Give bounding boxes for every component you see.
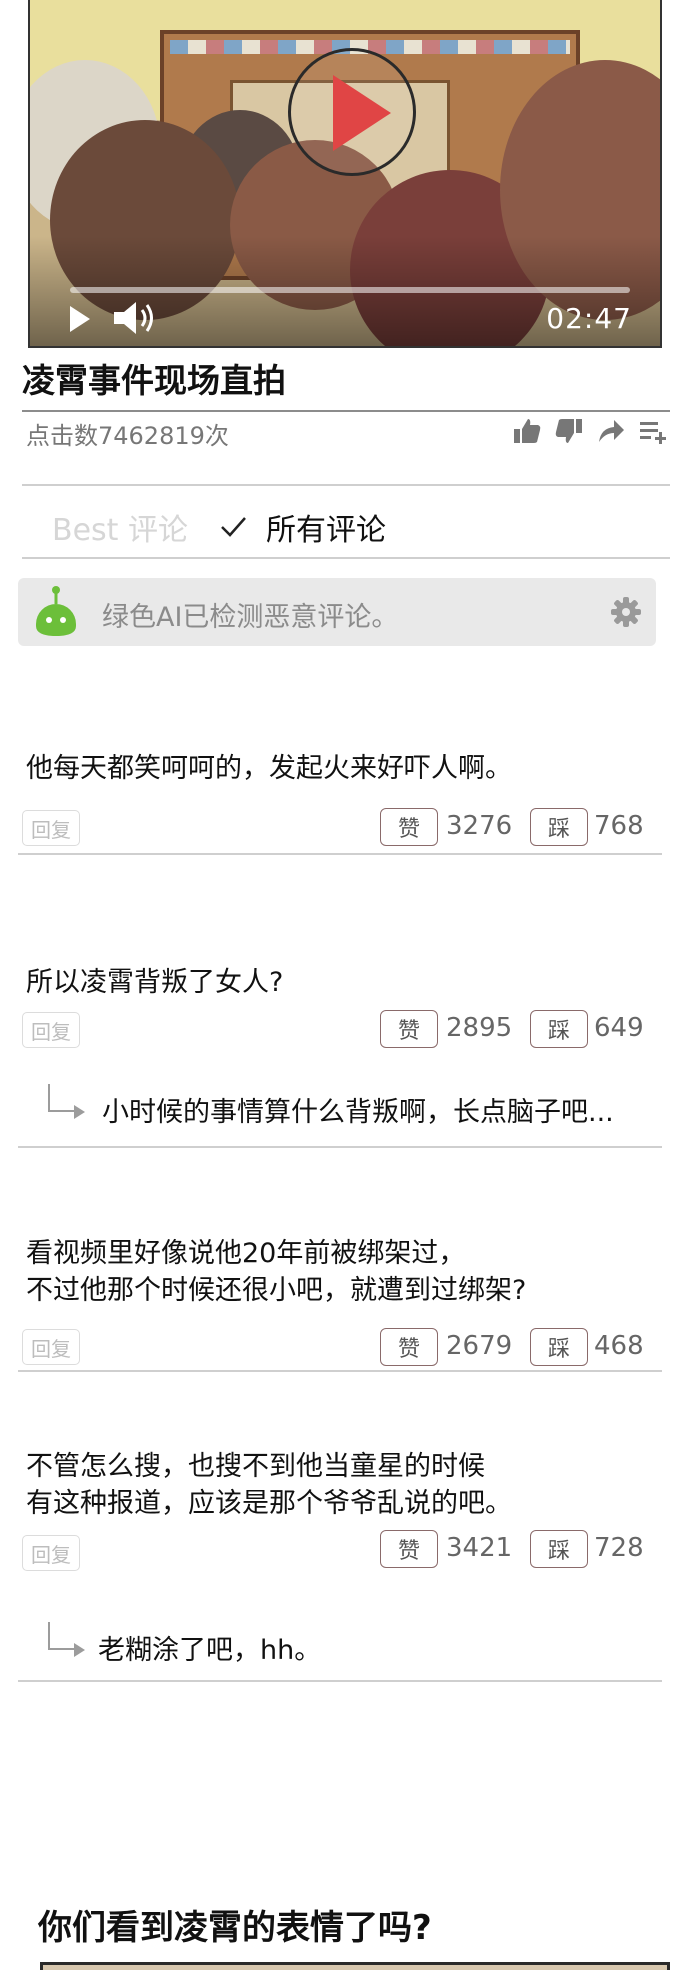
tab-all-comments[interactable]: 所有评论 [218,505,386,549]
dislike-count: 649 [594,1013,644,1043]
divider [22,557,670,559]
like-button[interactable]: 赞 [380,1328,438,1366]
thumbs-down-icon[interactable] [554,416,584,446]
video-actions [512,416,668,446]
playlist-add-icon[interactable] [638,416,668,446]
story-caption: 你们看到凌霄的表情了吗? [38,1908,432,1948]
robot-icon [36,586,76,636]
reply-text: 小时候的事情算什么背叛啊，长点脑子吧... [102,1097,614,1128]
reply-button[interactable]: 回复 [22,1535,80,1571]
divider [18,1680,662,1682]
ai-notice-text: 绿色AI已检测恶意评论。 [102,602,399,633]
like-count: 3421 [446,1533,513,1563]
like-button[interactable]: 赞 [380,1530,438,1568]
divider [18,853,662,855]
dislike-button[interactable]: 踩 [530,1530,588,1568]
ai-filter-notice: 绿色AI已检测恶意评论。 [18,578,656,646]
comment-line: 看视频里好像说他20年前被绑架过， [26,1238,466,1269]
play-overlay-button[interactable] [288,48,416,176]
like-count: 2895 [446,1013,513,1043]
reply-button[interactable]: 回复 [22,1329,80,1365]
divider [18,1370,662,1372]
video-progress-bar[interactable] [70,287,630,293]
reply-button[interactable]: 回复 [22,1012,80,1048]
next-comic-panel [40,1962,670,1970]
play-icon[interactable] [70,306,90,332]
play-icon [333,75,391,151]
dislike-count: 728 [594,1533,644,1563]
comment-text: 不管怎么搜，也搜不到他当童星的时候 有这种报道，应该是那个爷爷乱说的吧。 [26,1448,512,1522]
check-icon [221,517,246,537]
like-button[interactable]: 赞 [380,1010,438,1048]
like-count: 2679 [446,1331,513,1361]
reply-arrow-icon [74,1105,85,1119]
reply-indicator-icon [48,1084,76,1112]
like-button[interactable]: 赞 [380,808,438,846]
reply-arrow-icon [74,1643,85,1657]
dislike-count: 768 [594,811,644,841]
tab-best-comments[interactable]: Best 评论 [52,505,188,549]
gear-icon[interactable] [610,596,642,628]
divider [22,484,670,486]
view-count: 点击数7462819次 [26,422,229,450]
comment-line: 不管怎么搜，也搜不到他当童星的时候 [26,1451,485,1482]
video-player[interactable]: 02:47 [28,0,662,348]
comment-line: 有这种报道，应该是那个爷爷乱说的吧。 [26,1488,512,1519]
comment-text: 所以凌霄背叛了女人? [26,967,284,998]
thumbs-up-icon[interactable] [512,416,542,446]
comment-text: 他每天都笑呵呵的，发起火来好吓人啊。 [26,753,512,784]
video-duration: 02:47 [546,302,632,335]
dislike-button[interactable]: 踩 [530,808,588,846]
reply-text: 老糊涂了吧，hh。 [98,1635,322,1666]
share-icon[interactable] [596,416,626,446]
reply-indicator-icon [48,1622,76,1650]
dislike-button[interactable]: 踩 [530,1328,588,1366]
video-title: 凌霄事件现场直拍 [22,361,286,400]
comment-text: 看视频里好像说他20年前被绑架过， 不过他那个时候还很小吧，就遭到过绑架? [26,1235,526,1309]
dislike-button[interactable]: 踩 [530,1010,588,1048]
comment-line: 不过他那个时候还很小吧，就遭到过绑架? [26,1275,527,1306]
dislike-count: 468 [594,1331,644,1361]
tab-all-comments-label: 所有评论 [266,513,386,548]
like-count: 3276 [446,811,513,841]
divider [22,410,670,412]
reply-button[interactable]: 回复 [22,810,80,846]
divider [18,1146,662,1148]
volume-icon[interactable] [112,300,158,336]
